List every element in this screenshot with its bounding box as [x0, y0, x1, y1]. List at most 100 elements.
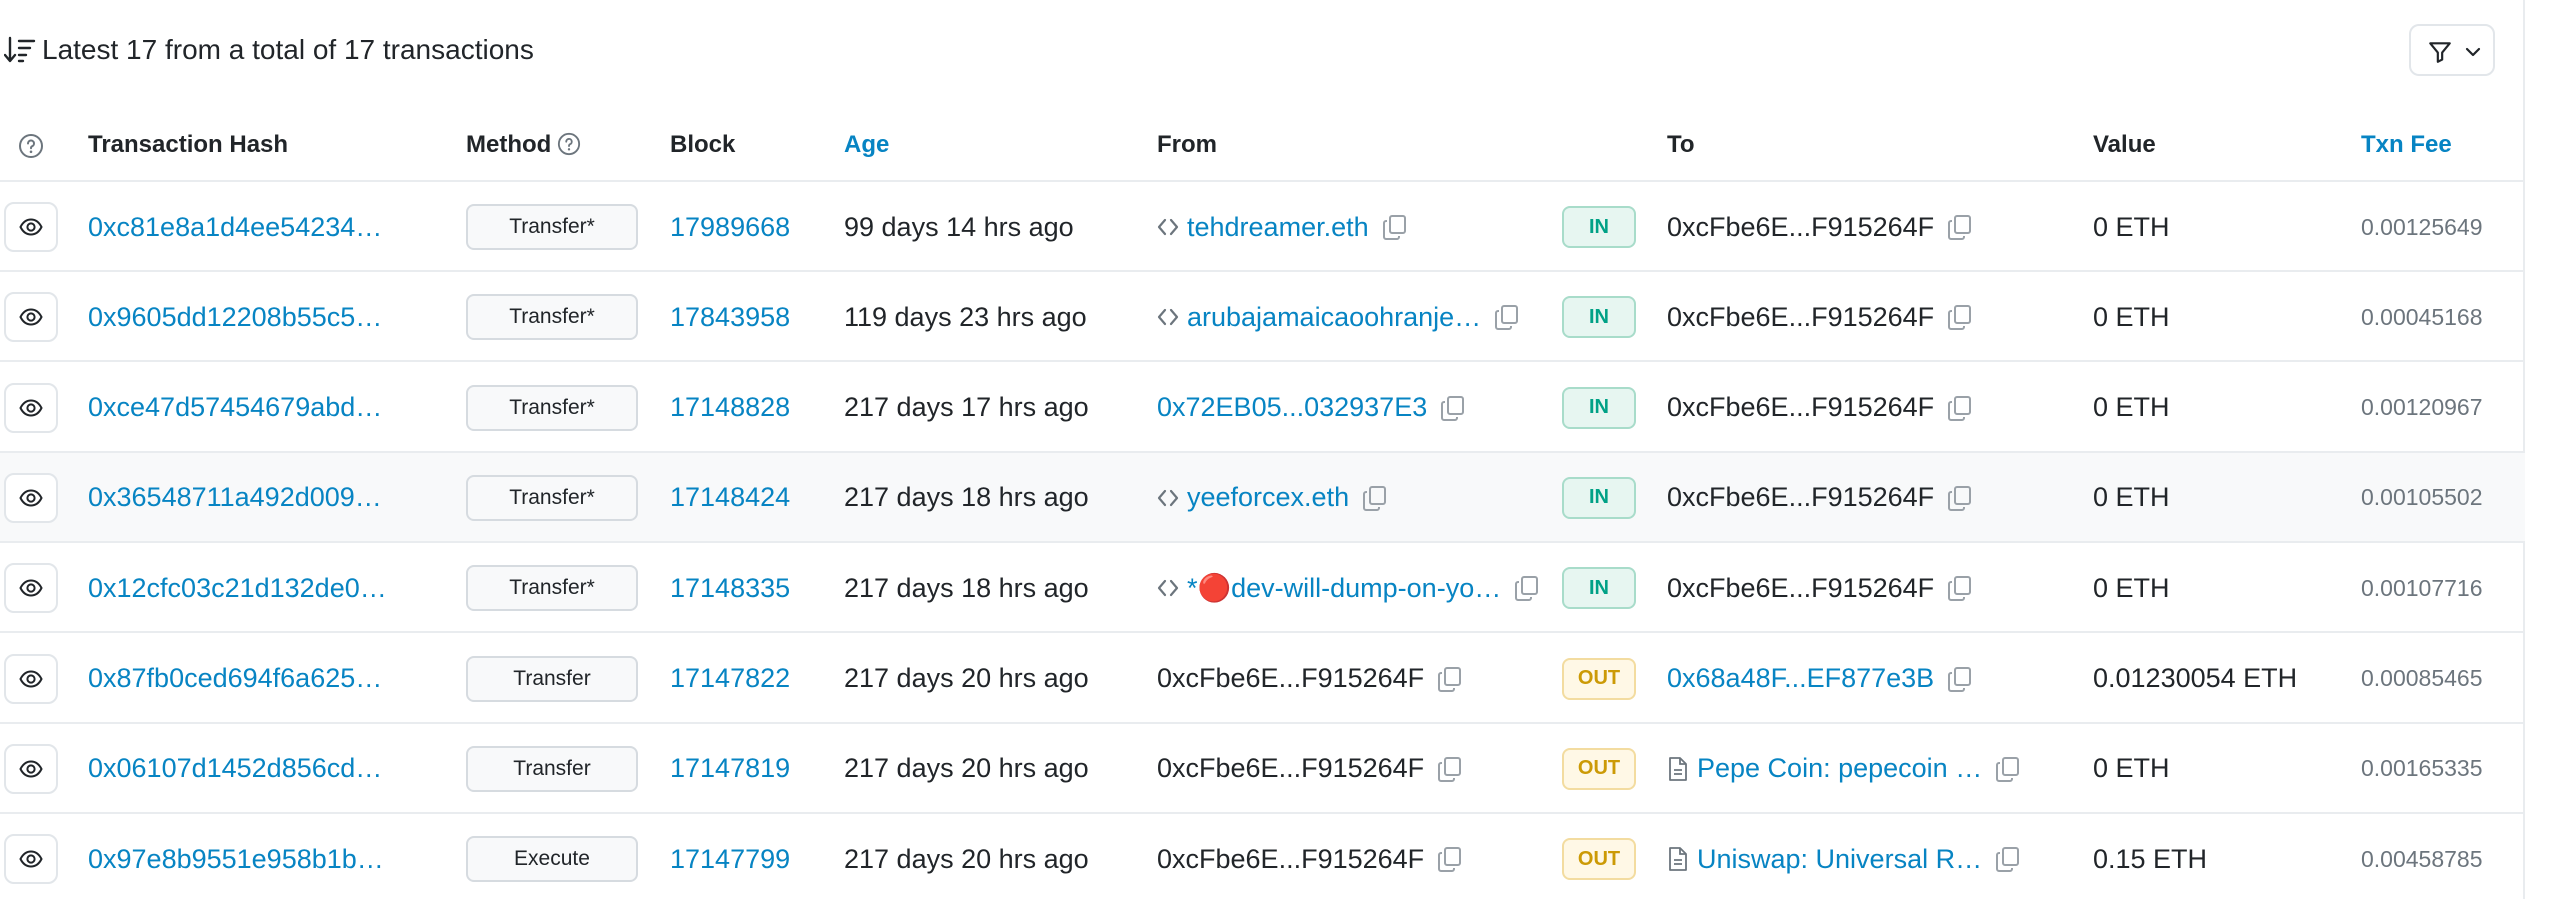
copy-icon[interactable]: [1994, 845, 2022, 873]
view-details-button[interactable]: [4, 653, 58, 704]
value-text: 0 ETH: [2093, 211, 2170, 242]
method-badge: Transfer*: [466, 294, 638, 341]
copy-icon[interactable]: [1946, 303, 1974, 331]
copy-icon[interactable]: [1513, 574, 1541, 602]
from-address-text[interactable]: tehdreamer.eth: [1187, 212, 1369, 243]
value-text: 0 ETH: [2093, 482, 2170, 513]
column-header-age[interactable]: Age: [844, 130, 889, 160]
copy-icon[interactable]: [1361, 484, 1389, 512]
method-badge: Transfer*: [466, 384, 638, 431]
copy-icon[interactable]: [1436, 665, 1464, 693]
filter-icon: [2429, 42, 2451, 63]
copy-icon[interactable]: [1946, 394, 1974, 422]
value-text: 0 ETH: [2093, 753, 2170, 784]
from-address-text[interactable]: 0x72EB05...032937E3: [1157, 392, 1427, 423]
eye-icon: [19, 669, 43, 688]
contract-icon: [1157, 489, 1179, 506]
copy-icon[interactable]: [1381, 213, 1409, 241]
copy-icon[interactable]: [1436, 755, 1464, 783]
age-text: 217 days 18 hrs ago: [844, 572, 1089, 603]
help-circle-icon[interactable]: [18, 133, 44, 159]
txn-hash-link[interactable]: 0xc81e8a1d4ee54234…: [88, 182, 388, 272]
view-details-button[interactable]: [4, 563, 58, 614]
copy-icon[interactable]: [1946, 574, 1974, 602]
txn-hash-link[interactable]: 0xce47d57454679abd…: [88, 363, 388, 453]
to-address: 0xcFbe6E...F915264F: [1667, 543, 2037, 633]
copy-icon[interactable]: [1436, 845, 1464, 873]
filter-button[interactable]: [2409, 24, 2495, 76]
txn-fee-text: 0.00045168: [2361, 303, 2483, 330]
txn-fee-text: 0.00120967: [2361, 394, 2483, 421]
age-text: 217 days 20 hrs ago: [844, 843, 1089, 874]
method-badge: Transfer*: [466, 204, 638, 250]
block-link[interactable]: 17147822: [670, 634, 820, 724]
eye-icon: [19, 760, 43, 778]
view-details-button[interactable]: [4, 743, 58, 794]
txn-fee-text: 0.00165335: [2361, 755, 2483, 782]
block-link[interactable]: 17148335: [670, 543, 820, 633]
txn-hash-link[interactable]: 0x06107d1452d856cd…: [88, 724, 388, 814]
eye-icon: [19, 218, 43, 236]
column-header-block: Block: [670, 131, 736, 158]
block-link[interactable]: 17843958: [670, 272, 820, 362]
from-address-text[interactable]: *🔴dev-will-dump-on-yo…: [1187, 572, 1501, 604]
column-header-txn-fee[interactable]: Txn Fee: [2361, 130, 2452, 160]
block-link[interactable]: 17148828: [670, 363, 820, 453]
transactions-card: Latest 17 from a total of 17 transaction…: [0, 0, 2525, 899]
to-address: 0xcFbe6E...F915264F: [1667, 182, 2037, 272]
to-address-text: 0xcFbe6E...F915264F: [1667, 572, 1935, 603]
from-address-text: 0xcFbe6E...F915264F: [1157, 843, 1425, 874]
to-address: 0xcFbe6E...F915264F: [1667, 272, 2037, 362]
to-address-text: 0xcFbe6E...F915264F: [1667, 392, 1935, 423]
block-link[interactable]: 17147819: [670, 724, 820, 814]
from-address: 0xcFbe6E...F915264F: [1157, 814, 1552, 899]
transaction-count-summary: Latest 17 from a total of 17 transaction…: [42, 34, 534, 65]
txn-hash-link[interactable]: 0x36548711a492d009…: [88, 453, 388, 543]
to-address-text: 0xcFbe6E...F915264F: [1667, 301, 1935, 332]
txn-hash-link[interactable]: 0x87fb0ced694f6a625…: [88, 634, 388, 724]
document-icon: [1669, 847, 1687, 871]
copy-icon[interactable]: [1946, 665, 1974, 693]
to-address-text[interactable]: 0x68a48F...EF877e3B: [1667, 663, 1934, 694]
method-badge: Transfer: [466, 745, 638, 792]
copy-icon[interactable]: [1439, 394, 1467, 422]
sort-descending-icon[interactable]: [4, 34, 36, 66]
value-text: 0.15 ETH: [2093, 843, 2208, 874]
view-details-button[interactable]: [4, 292, 58, 343]
to-address-text[interactable]: Uniswap: Universal R…: [1697, 844, 1982, 875]
from-address-text[interactable]: arubajamaicaoohranje…: [1187, 302, 1481, 333]
to-address-text[interactable]: Pepe Coin: pepecoin …: [1697, 753, 1982, 784]
view-details-button[interactable]: [4, 382, 58, 433]
txn-hash-link[interactable]: 0x9605dd12208b55c5…: [88, 272, 388, 362]
to-address: 0xcFbe6E...F915264F: [1667, 363, 2037, 453]
direction-badge: IN: [1562, 386, 1636, 429]
copy-icon[interactable]: [1946, 213, 1974, 241]
from-address-text[interactable]: yeeforcex.eth: [1187, 482, 1349, 513]
block-link[interactable]: 17989668: [670, 182, 820, 272]
table-row: 0x97e8b9551e958b1b… Execute 17147799 217 da…: [0, 814, 2525, 899]
block-link[interactable]: 17148424: [670, 453, 820, 543]
copy-icon[interactable]: [1493, 303, 1521, 331]
view-details-button[interactable]: [4, 472, 58, 523]
eye-icon: [19, 308, 43, 326]
to-address: Pepe Coin: pepecoin …: [1667, 724, 2037, 814]
view-details-button[interactable]: [4, 834, 58, 885]
copy-icon[interactable]: [1946, 484, 1974, 512]
direction-badge: IN: [1562, 567, 1636, 610]
column-header-method-label: Method: [466, 131, 552, 158]
help-circle-icon[interactable]: [557, 132, 581, 156]
copy-icon[interactable]: [1994, 755, 2022, 783]
block-link[interactable]: 17147799: [670, 814, 820, 899]
table-row: 0xc81e8a1d4ee54234… Transfer* 17989668 99 d…: [0, 182, 2525, 272]
txn-hash-link[interactable]: 0x97e8b9551e958b1b…: [88, 814, 388, 899]
direction-badge: OUT: [1562, 747, 1636, 790]
value-text: 0 ETH: [2093, 301, 2170, 332]
txn-hash-link[interactable]: 0x12cfc03c21d132de0…: [88, 543, 388, 633]
to-address-text: 0xcFbe6E...F915264F: [1667, 482, 1935, 513]
value-text: 0 ETH: [2093, 572, 2170, 603]
direction-badge: OUT: [1562, 657, 1636, 700]
eye-icon: [19, 489, 43, 507]
view-details-button[interactable]: [4, 202, 58, 252]
age-text: 217 days 20 hrs ago: [844, 663, 1089, 693]
table-toolbar: Latest 17 from a total of 17 transaction…: [0, 0, 2525, 100]
